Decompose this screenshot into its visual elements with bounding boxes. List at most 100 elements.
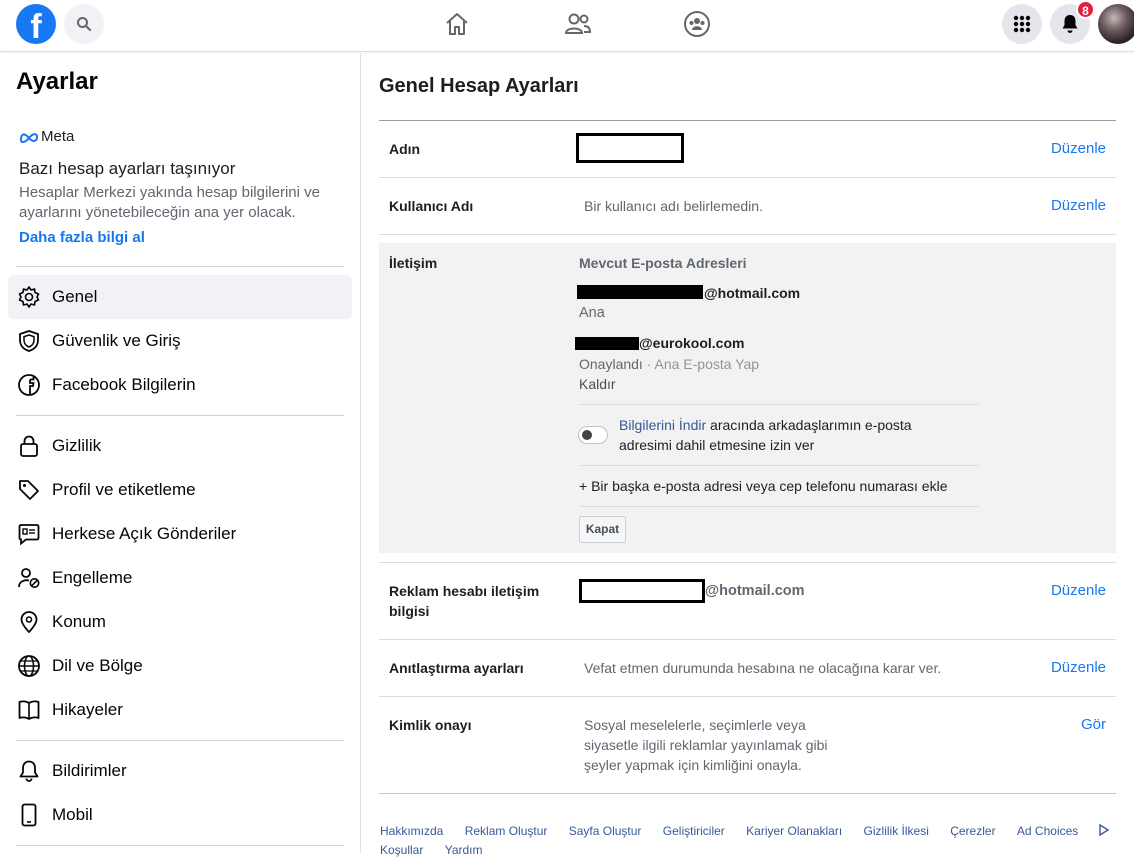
facebook-logo-icon[interactable]: f bbox=[16, 4, 56, 44]
download-info-toggle[interactable] bbox=[578, 426, 608, 444]
search-icon bbox=[77, 17, 91, 31]
redacted-email-2 bbox=[575, 337, 639, 350]
divider bbox=[379, 639, 1116, 640]
sidebar-item-label: Dil ve Bölge bbox=[52, 656, 143, 675]
sidebar-item-label: Güvenlik ve Giriş bbox=[52, 331, 181, 350]
groups-icon[interactable] bbox=[683, 10, 711, 38]
book-icon bbox=[16, 697, 42, 723]
view-identity-button[interactable]: Gör bbox=[1081, 716, 1106, 733]
identity-value: Sosyal meselelerle, seçimlerle veya siya… bbox=[584, 717, 828, 773]
gear-icon bbox=[16, 284, 42, 310]
download-info-link[interactable]: Bilgilerini İndir bbox=[619, 417, 706, 433]
sidebar-item-notifications[interactable]: Bildirimler bbox=[8, 749, 352, 793]
learn-more-link[interactable]: Daha fazla bilgi al bbox=[19, 229, 145, 246]
lock-icon bbox=[16, 433, 42, 459]
footer-link[interactable]: Geliştiriciler bbox=[663, 822, 725, 841]
ad-email-domain: @hotmail.com bbox=[705, 583, 805, 599]
name-label: Adın bbox=[389, 141, 421, 157]
sidebar-item-security[interactable]: Güvenlik ve Giriş bbox=[8, 319, 352, 363]
footer-link[interactable]: Hakkımızda bbox=[380, 822, 443, 841]
home-icon[interactable] bbox=[443, 10, 471, 38]
notification-badge: 8 bbox=[1076, 0, 1095, 19]
general-settings-panel: Genel Hesap Ayarları Adın Düzenle Kullan… bbox=[362, 53, 1134, 857]
footer-link[interactable]: Reklam Oluştur bbox=[465, 822, 548, 841]
add-email-link[interactable]: + Bir başka e-posta adresi veya cep tele… bbox=[579, 476, 947, 496]
divider bbox=[379, 696, 1116, 697]
contact-label: İletişim bbox=[389, 255, 438, 271]
sidebar-item-language-region[interactable]: Dil ve Bölge bbox=[8, 644, 352, 688]
identity-label: Kimlik onayı bbox=[389, 717, 472, 733]
sidebar-item-label: Genel bbox=[52, 287, 98, 306]
sidebar-item-label: Konum bbox=[52, 612, 106, 631]
sidebar-item-location[interactable]: Konum bbox=[8, 600, 352, 644]
redacted-ad-email bbox=[579, 579, 705, 603]
meta-notice-title: Bazı hesap ayarları taşınıyor bbox=[19, 159, 236, 178]
footer-link[interactable]: Yardım bbox=[445, 841, 483, 860]
ad-choices-icon bbox=[1099, 823, 1110, 837]
contact-section: İletişim Mevcut E-posta Adresleri @hotma… bbox=[379, 243, 1116, 553]
sidebar-item-blocking[interactable]: Engelleme bbox=[8, 556, 352, 600]
facebook-icon bbox=[16, 372, 42, 398]
friends-icon[interactable] bbox=[564, 10, 592, 38]
sidebar-item-stories[interactable]: Hikayeler bbox=[8, 688, 352, 732]
meta-logo-icon bbox=[19, 132, 39, 143]
divider bbox=[579, 506, 979, 507]
footer-link[interactable]: Sayfa Oluştur bbox=[569, 822, 642, 841]
page-title: Genel Hesap Ayarları bbox=[379, 75, 579, 97]
shield-icon bbox=[16, 328, 42, 354]
redacted-name bbox=[576, 133, 684, 163]
block-user-icon bbox=[16, 565, 42, 591]
sidebar-item-label: Hikayeler bbox=[52, 700, 123, 719]
footer-link[interactable]: Gizlilik İlkesi bbox=[864, 822, 929, 841]
divider bbox=[379, 177, 1116, 178]
search-button[interactable] bbox=[64, 4, 104, 44]
sidebar-item-label: Gizlilik bbox=[52, 436, 102, 455]
sidebar-item-profile-tagging[interactable]: Profil ve etiketleme bbox=[8, 468, 352, 512]
edit-username-button[interactable]: Düzenle bbox=[1051, 197, 1106, 214]
ad-contact-label: Reklam hesabı iletişim bilgisi bbox=[389, 583, 540, 619]
menu-grid-button[interactable] bbox=[1002, 4, 1042, 44]
memorialization-label: Anıtlaştırma ayarları bbox=[389, 660, 524, 676]
sidebar-item-mobile[interactable]: Mobil bbox=[8, 793, 352, 837]
footer-link[interactable]: Çerezler bbox=[950, 822, 995, 841]
divider bbox=[16, 415, 344, 416]
email-2-status-row: Onaylandı · Ana E-posta Yap bbox=[579, 356, 759, 372]
sidebar-item-label: Mobil bbox=[52, 805, 93, 824]
sidebar-item-general[interactable]: Genel bbox=[8, 275, 352, 319]
bell-icon bbox=[16, 758, 42, 784]
footer-link[interactable]: Koşullar bbox=[380, 841, 423, 860]
divider bbox=[379, 234, 1116, 235]
sidebar-item-privacy[interactable]: Gizlilik bbox=[8, 424, 352, 468]
sidebar-item-label: Bildirimler bbox=[52, 761, 127, 780]
divider bbox=[379, 793, 1116, 794]
bell-icon bbox=[1062, 15, 1078, 33]
redacted-email-1 bbox=[577, 285, 703, 299]
sidebar-item-public-posts[interactable]: Herkese Açık Gönderiler bbox=[8, 512, 352, 556]
username-label: Kullanıcı Adı bbox=[389, 198, 474, 214]
top-navigation-bar: f 8 bbox=[0, 0, 1134, 52]
tag-icon bbox=[16, 477, 42, 503]
sidebar-item-label: Facebook Bilgilerin bbox=[52, 375, 196, 394]
sidebar-item-label: Profil ve etiketleme bbox=[52, 480, 196, 499]
close-button[interactable]: Kapat bbox=[579, 516, 626, 543]
footer-link[interactable]: Ad Choices bbox=[1017, 822, 1110, 841]
divider bbox=[579, 465, 979, 466]
location-pin-icon bbox=[16, 609, 42, 635]
memorialization-value: Vefat etmen durumunda hesabına ne olacağ… bbox=[584, 660, 942, 676]
footer-link[interactable]: Kariyer Olanakları bbox=[746, 822, 842, 841]
edit-ad-contact-button[interactable]: Düzenle bbox=[1051, 582, 1106, 599]
emails-heading: Mevcut E-posta Adresleri bbox=[579, 255, 747, 271]
avatar[interactable] bbox=[1098, 4, 1134, 44]
make-primary-link[interactable]: Ana E-posta Yap bbox=[655, 356, 760, 372]
edit-memorialization-button[interactable]: Düzenle bbox=[1051, 659, 1106, 676]
meta-brand: Meta bbox=[19, 128, 74, 145]
meta-notice-description: Hesaplar Merkezi yakında hesap bilgileri… bbox=[19, 184, 320, 221]
edit-name-button[interactable]: Düzenle bbox=[1051, 140, 1106, 157]
sidebar-item-label: Engelleme bbox=[52, 568, 133, 587]
globe-icon bbox=[16, 653, 42, 679]
email-2-status: Onaylandı bbox=[579, 356, 643, 372]
sidebar-item-facebook-info[interactable]: Facebook Bilgilerin bbox=[8, 363, 352, 407]
remove-email-link[interactable]: Kaldır bbox=[579, 376, 616, 392]
separator-dot: · bbox=[646, 356, 655, 372]
settings-sidebar: Ayarlar Meta Bazı hesap ayarları taşınıy… bbox=[0, 53, 361, 853]
